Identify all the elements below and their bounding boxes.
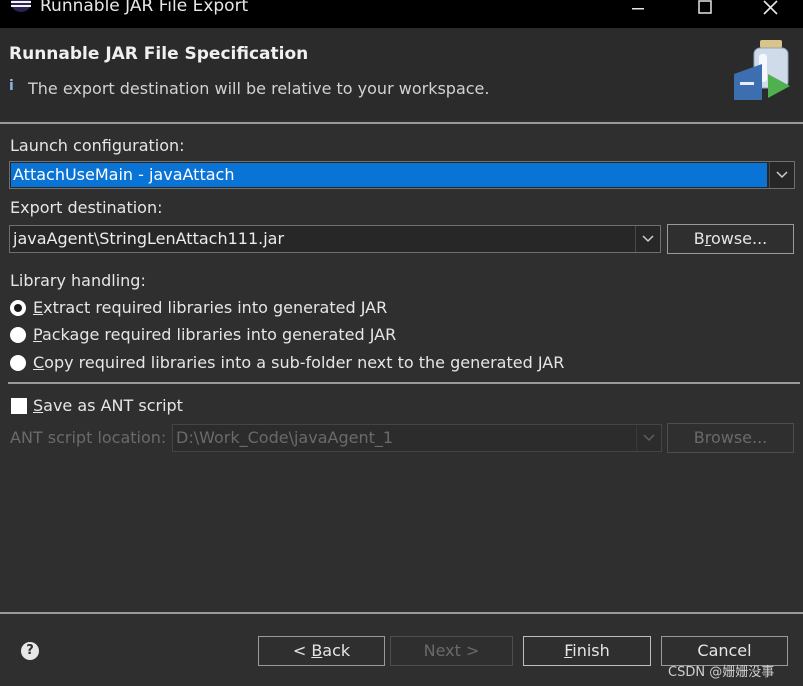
next-button[interactable]: Next > [390, 636, 513, 666]
header-divider [0, 122, 803, 124]
export-destination-combo[interactable]: javaAgent\StringLenAttach111.jar [9, 225, 661, 253]
maximize-icon[interactable] [686, 0, 726, 22]
radio-copy-mnemonic: C [33, 353, 45, 372]
radio-copy-label: Copy required libraries into a sub-folde… [33, 353, 564, 372]
help-icon[interactable]: ? [21, 642, 39, 660]
radio-package-text: ackage required libraries into generated… [41, 325, 397, 344]
back-prefix: < [292, 641, 312, 660]
export-destination-label: Export destination: [10, 198, 163, 217]
jar-wizard-icon [734, 40, 790, 100]
save-ant-checkbox[interactable] [11, 398, 27, 414]
ant-browse-button[interactable]: Browse... [667, 423, 794, 453]
eclipse-icon [11, 0, 31, 12]
footer-divider [0, 612, 803, 614]
export-destination-dropdown[interactable] [635, 226, 660, 252]
save-ant-mnemonic: S [33, 396, 44, 415]
launch-config-dropdown[interactable] [769, 162, 794, 188]
minimize-icon[interactable] [618, 0, 658, 22]
library-handling-label: Library handling: [10, 271, 146, 290]
browse-prefix: B [693, 229, 705, 248]
library-divider [8, 382, 800, 384]
window-titlebar: Runnable JAR File Export [0, 0, 803, 28]
radio-package-mnemonic: P [33, 325, 42, 344]
radio-extract-text: xtract required libraries into generated… [43, 298, 388, 317]
save-ant-label[interactable]: Save as ANT script [33, 396, 183, 415]
radio-extract-mnemonic: E [33, 298, 44, 317]
launch-config-value: AttachUseMain - javaAttach [13, 165, 235, 184]
radio-button[interactable] [10, 327, 26, 343]
page-title: Runnable JAR File Specification [9, 44, 309, 64]
watermark: CSDN @姗姗没事 [668, 665, 775, 680]
chevron-down-icon [643, 434, 655, 442]
radio-button[interactable] [10, 355, 26, 371]
browse-suffix: owse... [710, 229, 768, 248]
finish-text: inish [572, 641, 610, 660]
radio-extract-label: Extract required libraries into generate… [33, 298, 387, 317]
info-icon: i [9, 78, 14, 94]
finish-button[interactable]: Finish [523, 636, 651, 666]
back-button[interactable]: < Back [258, 636, 385, 666]
save-ant-text: ave as ANT script [43, 396, 183, 415]
export-destination-value: javaAgent\StringLenAttach111.jar [13, 229, 285, 248]
radio-button-checked[interactable] [10, 300, 26, 316]
close-icon[interactable] [750, 0, 790, 22]
chevron-down-icon [642, 235, 654, 243]
launch-config-select[interactable]: AttachUseMain - javaAttach [9, 161, 795, 189]
back-mnemonic: B [311, 641, 323, 660]
ant-location-label: ANT script location: [10, 428, 167, 447]
export-browse-button[interactable]: Browse... [667, 224, 794, 254]
header-message: The export destination will be relative … [28, 79, 490, 98]
ant-location-combo[interactable]: D:\Work_Code\javaAgent_1 [172, 424, 662, 452]
back-text: ack [322, 641, 351, 660]
radio-copy-text: opy required libraries into a sub-folder… [44, 353, 565, 372]
ant-location-value: D:\Work_Code\javaAgent_1 [176, 428, 394, 447]
ant-location-dropdown[interactable] [636, 425, 661, 451]
wizard-header: Runnable JAR File Specification i The ex… [0, 28, 803, 120]
chevron-down-icon [776, 171, 788, 179]
window-title: Runnable JAR File Export [40, 0, 249, 16]
radio-package-label: Package required libraries into generate… [33, 325, 396, 344]
launch-config-label: Launch configuration: [10, 136, 185, 155]
